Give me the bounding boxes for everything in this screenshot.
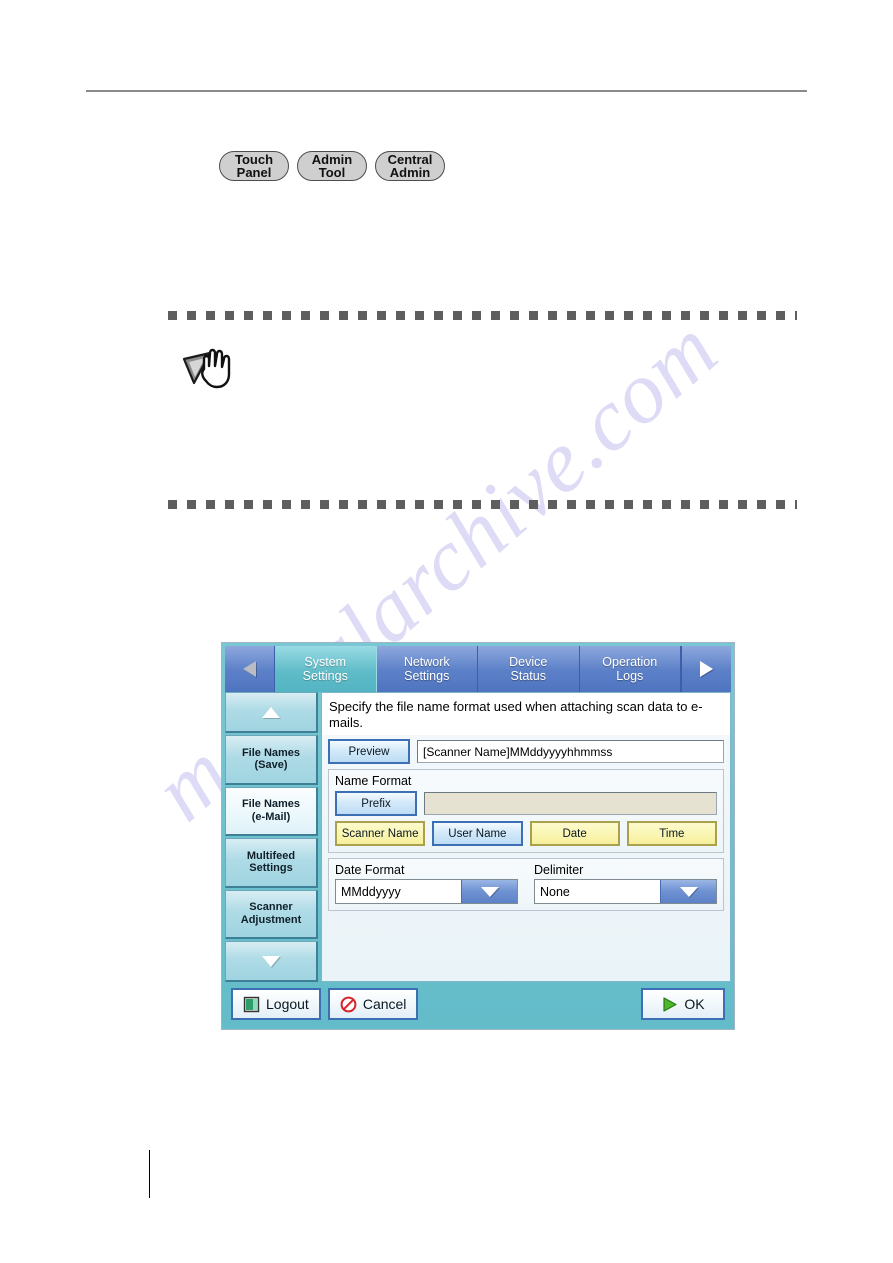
no-entry-icon <box>340 996 357 1013</box>
preview-value-field: [Scanner Name]MMddyyyyhhmmss <box>417 740 724 763</box>
triangle-up-icon <box>262 706 280 718</box>
legend-chip-line2: Panel <box>236 165 272 180</box>
sidebar-item-label-line2: Settings <box>249 862 293 875</box>
logout-button[interactable]: Logout <box>231 988 321 1020</box>
tab-device-status[interactable]: Device Status <box>478 646 580 692</box>
tab-operation-logs[interactable]: Operation Logs <box>579 646 681 692</box>
tab-system-settings[interactable]: System Settings <box>275 646 377 692</box>
sidebar: File Names (Save) File Names (e-Mail) Mu… <box>225 692 321 982</box>
tab-strip: System Settings Network Settings Device … <box>225 646 731 692</box>
sidebar-item-label-line2: Adjustment <box>240 913 302 926</box>
content-area: Specify the file name format used when a… <box>321 692 731 982</box>
logout-label: Logout <box>266 996 309 1012</box>
date-format-value: MMddyyyy <box>336 880 461 903</box>
legend-chip-central-admin: Central Admin <box>375 151 445 181</box>
delimiter-label: Delimiter <box>534 863 584 877</box>
prefix-row: Prefix <box>335 791 717 816</box>
tab-prev-button[interactable] <box>225 646 275 692</box>
delimiter-dropdown-arrow[interactable] <box>660 880 716 903</box>
tab-label-line1: System <box>304 655 347 669</box>
cancel-button[interactable]: Cancel <box>327 988 419 1020</box>
hint-hand-icon <box>180 341 240 391</box>
delimiter-dropdown[interactable]: None <box>534 879 717 904</box>
note-bottom-divider <box>168 500 797 509</box>
date-format-field: Date Format MMddyyyy <box>335 863 518 904</box>
triangle-right-icon <box>700 661 713 677</box>
instruction-text: Specify the file name format used when a… <box>322 693 730 735</box>
tab-label-line2: Status <box>510 669 546 683</box>
date-format-dropdown-arrow[interactable] <box>461 880 517 903</box>
preview-button[interactable]: Preview <box>328 739 410 764</box>
sidebar-item-label-line2: (e-Mail) <box>251 810 291 823</box>
ok-button[interactable]: OK <box>641 988 725 1020</box>
tab-label-line1: Operation <box>602 655 658 669</box>
name-format-title: Name Format <box>335 774 412 788</box>
applies-to-legend: Touch Panel Admin Tool Central Admin <box>219 151 445 181</box>
prefix-button[interactable]: Prefix <box>335 791 417 816</box>
cancel-label: Cancel <box>362 996 407 1012</box>
delimiter-field: Delimiter None <box>534 863 717 904</box>
play-triangle-icon <box>661 996 678 1013</box>
tab-label-line2: Settings <box>404 669 450 683</box>
tab-label-line1: Device <box>509 655 548 669</box>
sidebar-item-label-line2: (Save) <box>254 759 288 772</box>
tab-label-line1: Network <box>403 655 450 669</box>
prefix-input[interactable] <box>424 792 717 815</box>
sidebar-item-label-line1: File Names <box>241 798 301 811</box>
touch-panel-screenshot: System Settings Network Settings Device … <box>221 642 735 1030</box>
triangle-down-icon <box>262 955 280 967</box>
legend-chip-admin-tool: Admin Tool <box>297 151 367 181</box>
sidebar-item-label-line1: Scanner <box>249 901 293 914</box>
triangle-left-icon <box>243 661 256 677</box>
action-bar: Logout Cancel OK <box>225 982 731 1026</box>
token-scanner-name-button[interactable]: Scanner Name <box>335 821 426 846</box>
header-rule <box>86 90 807 92</box>
token-user-name-button[interactable]: User Name <box>432 821 523 846</box>
tab-label-line2: Logs <box>616 669 644 683</box>
delimiter-value: None <box>535 880 660 903</box>
legend-chip-line2: Admin <box>389 165 431 180</box>
sidebar-scroll-up-button[interactable] <box>225 692 318 733</box>
token-time-button[interactable]: Time <box>626 821 717 846</box>
preview-row: Preview [Scanner Name]MMddyyyyhhmmss <box>328 739 724 764</box>
name-format-token-row: Scanner Name User Name Date Time <box>335 821 717 846</box>
door-exit-icon <box>243 996 260 1013</box>
sidebar-item-multifeed-settings[interactable]: Multifeed Settings <box>225 838 318 888</box>
date-format-dropdown[interactable]: MMddyyyy <box>335 879 518 904</box>
sidebar-scroll-down-button[interactable] <box>225 941 318 982</box>
settings-form: Preview [Scanner Name]MMddyyyyhhmmss Nam… <box>322 735 730 981</box>
sidebar-item-label-line1: Multifeed <box>246 849 296 862</box>
ok-label: OK <box>684 996 705 1012</box>
note-top-divider <box>168 311 797 320</box>
tab-network-settings[interactable]: Network Settings <box>376 646 478 692</box>
sidebar-item-label-line1: File Names <box>241 746 301 759</box>
chevron-down-icon <box>480 886 499 897</box>
panel-body: File Names (Save) File Names (e-Mail) Mu… <box>225 692 731 982</box>
legend-chip-line2: Tool <box>318 165 346 180</box>
sidebar-item-file-names-save[interactable]: File Names (Save) <box>225 735 318 785</box>
chevron-down-icon <box>679 886 698 897</box>
date-format-label: Date Format <box>335 863 405 877</box>
tab-next-button[interactable] <box>681 646 731 692</box>
name-format-group: Name Format Prefix Scanner Name User Nam… <box>328 769 724 853</box>
sidebar-item-file-names-email[interactable]: File Names (e-Mail) <box>225 786 318 836</box>
date-delimiter-group: Date Format MMddyyyy Delimiter None <box>328 858 724 911</box>
tab-label-line2: Settings <box>302 669 348 683</box>
page-number-rule <box>149 1150 150 1198</box>
sidebar-item-scanner-adjustment[interactable]: Scanner Adjustment <box>225 889 318 939</box>
legend-chip-touch-panel: Touch Panel <box>219 151 289 181</box>
token-date-button[interactable]: Date <box>529 821 620 846</box>
